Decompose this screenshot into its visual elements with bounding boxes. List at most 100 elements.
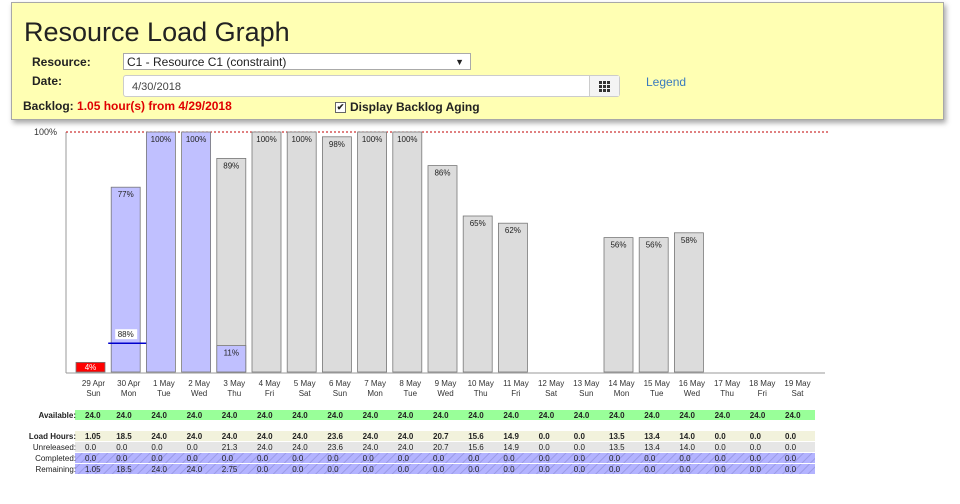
table-cell: 0.0 bbox=[85, 454, 97, 463]
table-cell: 20.7 bbox=[433, 443, 449, 452]
table-cell: 24.0 bbox=[85, 411, 101, 420]
bar bbox=[427, 165, 458, 373]
table-cell: 0.0 bbox=[785, 465, 797, 474]
x-tick-dow: Tue bbox=[650, 389, 664, 398]
x-tick-day: 2 May bbox=[188, 379, 210, 388]
table-cell: 0.0 bbox=[433, 454, 445, 463]
table-cell: 0.0 bbox=[574, 432, 586, 441]
bar bbox=[638, 237, 669, 373]
x-tick-dow: Sun bbox=[333, 389, 347, 398]
marker-label: 88% bbox=[118, 330, 134, 339]
table-cell: 0.0 bbox=[574, 465, 586, 474]
table-cell: 0.0 bbox=[785, 454, 797, 463]
table-cell: 0.0 bbox=[785, 432, 797, 441]
x-tick-day: 10 May bbox=[468, 379, 494, 388]
table-cell: 20.7 bbox=[433, 432, 449, 441]
x-tick-day: 18 May bbox=[749, 379, 775, 388]
x-tick-dow: Sat bbox=[299, 389, 312, 398]
table-cell: 0.0 bbox=[539, 432, 551, 441]
table-row-label: Remaining: bbox=[36, 465, 76, 474]
table-cell: 0.0 bbox=[539, 465, 551, 474]
x-tick-day: 1 May bbox=[153, 379, 175, 388]
table-cell: 13.4 bbox=[644, 443, 660, 452]
table-cell: 24.0 bbox=[257, 443, 273, 452]
table-row-label: Unreleased: bbox=[33, 443, 76, 452]
bar-label: 100% bbox=[256, 135, 276, 144]
table-cell: 24.0 bbox=[187, 465, 203, 474]
table-cell: 0.0 bbox=[327, 454, 339, 463]
table-cell: 0.0 bbox=[257, 454, 269, 463]
table-row-label: Available: bbox=[39, 411, 77, 420]
x-tick-dow: Thu bbox=[720, 389, 734, 398]
table-cell: 0.0 bbox=[468, 465, 480, 474]
x-tick-day: 29 Apr bbox=[82, 379, 105, 388]
x-tick-dow: Mon bbox=[614, 389, 630, 398]
x-tick-day: 16 May bbox=[679, 379, 705, 388]
table-cell: 0.0 bbox=[187, 443, 199, 452]
table-cell: 24.0 bbox=[292, 443, 308, 452]
table-cell: 24.0 bbox=[644, 411, 660, 420]
table-cell: 24.0 bbox=[222, 411, 238, 420]
table-cell: 0.0 bbox=[292, 454, 304, 463]
table-row-label: Completed: bbox=[35, 454, 76, 463]
x-tick-day: 6 May bbox=[329, 379, 351, 388]
table-cell: 24.0 bbox=[503, 411, 519, 420]
x-tick-dow: Fri bbox=[265, 389, 275, 398]
bar-label: 86% bbox=[434, 169, 450, 178]
table-cell: 0.0 bbox=[292, 465, 304, 474]
bar-label: 98% bbox=[329, 140, 345, 149]
table-cell: 23.6 bbox=[327, 443, 343, 452]
bar-label: 100% bbox=[291, 135, 311, 144]
x-tick-dow: Thu bbox=[474, 389, 488, 398]
table-cell: 0.0 bbox=[574, 443, 586, 452]
table-cell: 0.0 bbox=[116, 443, 128, 452]
table-cell: 0.0 bbox=[574, 454, 586, 463]
bar bbox=[603, 237, 634, 373]
x-tick-day: 9 May bbox=[435, 379, 457, 388]
table-cell: 14.0 bbox=[679, 432, 695, 441]
bar-label: 58% bbox=[681, 236, 697, 245]
table-cell: 24.0 bbox=[187, 411, 203, 420]
bar bbox=[392, 131, 423, 373]
table-cell: 15.6 bbox=[468, 432, 484, 441]
table-cell: 0.0 bbox=[679, 454, 691, 463]
table-cell: 24.0 bbox=[609, 411, 625, 420]
x-tick-dow: Sat bbox=[545, 389, 558, 398]
bar bbox=[357, 131, 388, 373]
table-cell: 18.5 bbox=[116, 432, 132, 441]
table-cell: 0.0 bbox=[151, 454, 163, 463]
table-cell: 24.0 bbox=[539, 411, 555, 420]
table-cell: 14.0 bbox=[679, 443, 695, 452]
table-cell: 0.0 bbox=[468, 454, 480, 463]
bar bbox=[110, 186, 141, 373]
bar bbox=[286, 131, 317, 373]
x-tick-day: 12 May bbox=[538, 379, 564, 388]
table-cell: 24.0 bbox=[151, 465, 167, 474]
table-cell: 0.0 bbox=[363, 465, 375, 474]
bar bbox=[674, 232, 704, 373]
table-cell: 0.0 bbox=[503, 454, 515, 463]
bar-label: 56% bbox=[610, 241, 626, 250]
table-cell: 18.5 bbox=[116, 465, 132, 474]
table-cell: 0.0 bbox=[644, 454, 656, 463]
bar-label: 100% bbox=[362, 135, 382, 144]
table-cell: 24.0 bbox=[116, 411, 132, 420]
table-cell: 24.0 bbox=[151, 411, 167, 420]
load-chart: 100%4%29 AprSun77%30 AprMon100%1 MayTue1… bbox=[29, 127, 830, 474]
bar-label: 56% bbox=[646, 241, 662, 250]
x-tick-day: 30 Apr bbox=[117, 379, 140, 388]
x-tick-day: 4 May bbox=[259, 379, 281, 388]
table-cell: 0.0 bbox=[257, 465, 269, 474]
table-cell: 24.0 bbox=[257, 411, 273, 420]
bar bbox=[497, 222, 528, 373]
table-cell: 24.0 bbox=[292, 411, 308, 420]
x-tick-dow: Mon bbox=[367, 389, 383, 398]
y-axis-top-label: 100% bbox=[34, 127, 57, 137]
table-cell: 0.0 bbox=[503, 465, 515, 474]
table-cell: 0.0 bbox=[750, 432, 762, 441]
table-cell: 14.9 bbox=[503, 432, 519, 441]
table-cell: 0.0 bbox=[785, 443, 797, 452]
bar-label: 65% bbox=[470, 219, 486, 228]
bar-label: 100% bbox=[151, 135, 171, 144]
table-cell: 1.05 bbox=[85, 432, 101, 441]
